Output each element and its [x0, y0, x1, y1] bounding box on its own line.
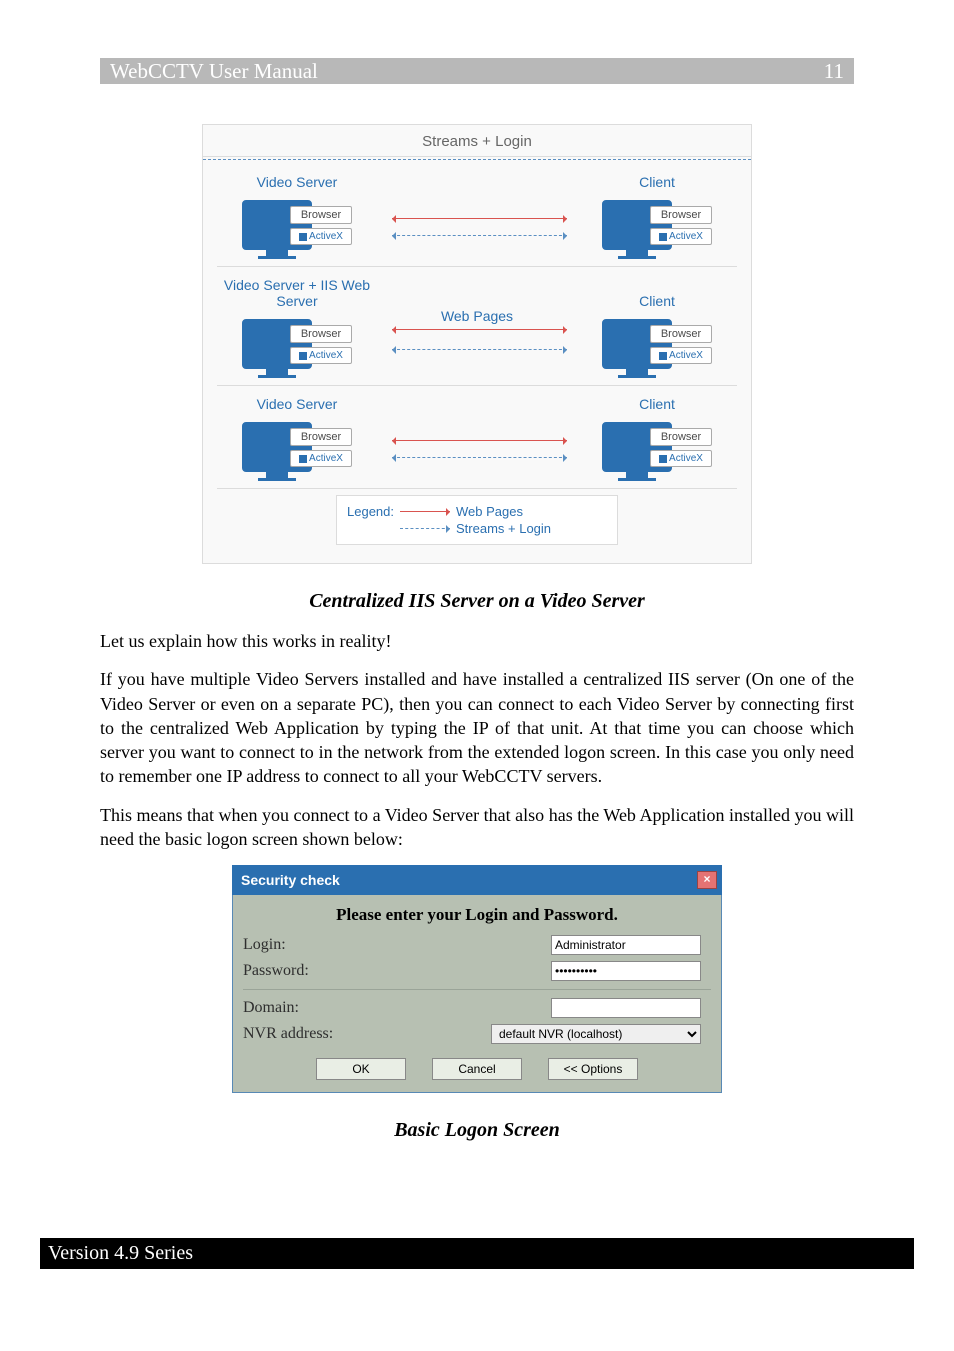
- diagram-row: Video Server Browser ActiveX Client Brow…: [217, 170, 737, 267]
- client-label: Client: [577, 174, 737, 190]
- figure-caption-2: Basic Logon Screen: [100, 1119, 854, 1142]
- footer-version: Version 4.9 Series: [40, 1238, 914, 1269]
- page-header: WebCCTV User Manual 11: [100, 58, 854, 84]
- diagram-left-col: Video Server + IIS Web Server Browser Ac…: [217, 277, 377, 375]
- browser-chip: Browser: [290, 206, 352, 224]
- browser-chip: Browser: [650, 325, 712, 343]
- activex-chip: ActiveX: [290, 450, 352, 467]
- dialog-title: Security check: [241, 872, 340, 888]
- domain-input[interactable]: [551, 998, 701, 1018]
- activex-chip: ActiveX: [650, 228, 712, 245]
- legend-streams-login: Streams + Login: [456, 521, 551, 536]
- activex-chip: ActiveX: [650, 450, 712, 467]
- options-button[interactable]: << Options: [548, 1058, 638, 1080]
- diagram-top-label: Streams + Login: [203, 125, 751, 157]
- dialog-titlebar: Security check ×: [232, 865, 722, 895]
- diagram-right-col: Client Browser ActiveX: [577, 174, 737, 256]
- server-label: Video Server + IIS Web Server: [217, 277, 377, 309]
- paragraph-2: If you have multiple Video Servers insta…: [100, 667, 854, 788]
- monitor-icon: Browser ActiveX: [242, 416, 352, 478]
- arrow-red-icon: [392, 218, 567, 219]
- arrow-red-icon: [392, 329, 567, 330]
- login-label: Login:: [243, 936, 413, 954]
- diagram-row: Video Server Browser ActiveX Client Brow…: [217, 392, 737, 489]
- activex-chip: ActiveX: [650, 347, 712, 364]
- diagram-right-col: Client Browser ActiveX: [577, 293, 737, 375]
- login-instruction: Please enter your Login and Password.: [243, 905, 711, 925]
- paragraph-1: Let us explain how this works in reality…: [100, 629, 854, 653]
- arrow-dashed-icon: [392, 349, 567, 350]
- browser-chip: Browser: [650, 206, 712, 224]
- login-input[interactable]: [551, 935, 701, 955]
- monitor-icon: Browser ActiveX: [242, 194, 352, 256]
- legend-web-pages: Web Pages: [456, 504, 523, 519]
- legend-label: Legend:: [347, 504, 394, 519]
- activex-chip: ActiveX: [290, 228, 352, 245]
- browser-chip: Browser: [290, 325, 352, 343]
- ok-button[interactable]: OK: [316, 1058, 406, 1080]
- doc-title: WebCCTV User Manual: [110, 59, 318, 84]
- separator: [243, 989, 711, 990]
- diagram-left-col: Video Server Browser ActiveX: [217, 174, 377, 256]
- client-label: Client: [577, 396, 737, 412]
- legend-line-red-icon: [400, 511, 450, 512]
- monitor-icon: Browser ActiveX: [602, 416, 712, 478]
- diagram-legend: Legend: Web Pages Legend: Streams + Logi…: [336, 495, 618, 545]
- browser-chip: Browser: [650, 428, 712, 446]
- client-label: Client: [577, 293, 737, 309]
- cancel-button[interactable]: Cancel: [432, 1058, 522, 1080]
- server-label: Video Server: [217, 396, 377, 412]
- monitor-icon: Browser ActiveX: [602, 313, 712, 375]
- diagram-left-col: Video Server Browser ActiveX: [217, 396, 377, 478]
- activex-chip: ActiveX: [290, 347, 352, 364]
- page-number: 11: [824, 59, 844, 84]
- diagram-right-col: Client Browser ActiveX: [577, 396, 737, 478]
- nvr-select[interactable]: default NVR (localhost): [491, 1024, 701, 1044]
- arrow-red-icon: [392, 440, 567, 441]
- arrow-dashed-icon: [392, 457, 567, 458]
- paragraph-3: This means that when you connect to a Vi…: [100, 803, 854, 852]
- password-input[interactable]: [551, 961, 701, 981]
- browser-chip: Browser: [290, 428, 352, 446]
- monitor-icon: Browser ActiveX: [242, 313, 352, 375]
- figure-caption-1: Centralized IIS Server on a Video Server: [100, 590, 854, 613]
- server-label: Video Server: [217, 174, 377, 190]
- arrow-dashed-icon: [392, 235, 567, 236]
- architecture-diagram: Streams + Login Video Server Browser Act…: [202, 124, 752, 564]
- legend-line-dash-icon: [400, 528, 450, 529]
- login-dialog: Security check × Please enter your Login…: [232, 865, 722, 1093]
- monitor-icon: Browser ActiveX: [602, 194, 712, 256]
- diagram-mid-label: Web Pages: [441, 308, 513, 324]
- close-icon[interactable]: ×: [697, 871, 717, 889]
- domain-label: Domain:: [243, 999, 413, 1017]
- diagram-row: Video Server + IIS Web Server Browser Ac…: [217, 273, 737, 386]
- password-label: Password:: [243, 962, 413, 980]
- nvr-label: NVR address:: [243, 1025, 413, 1043]
